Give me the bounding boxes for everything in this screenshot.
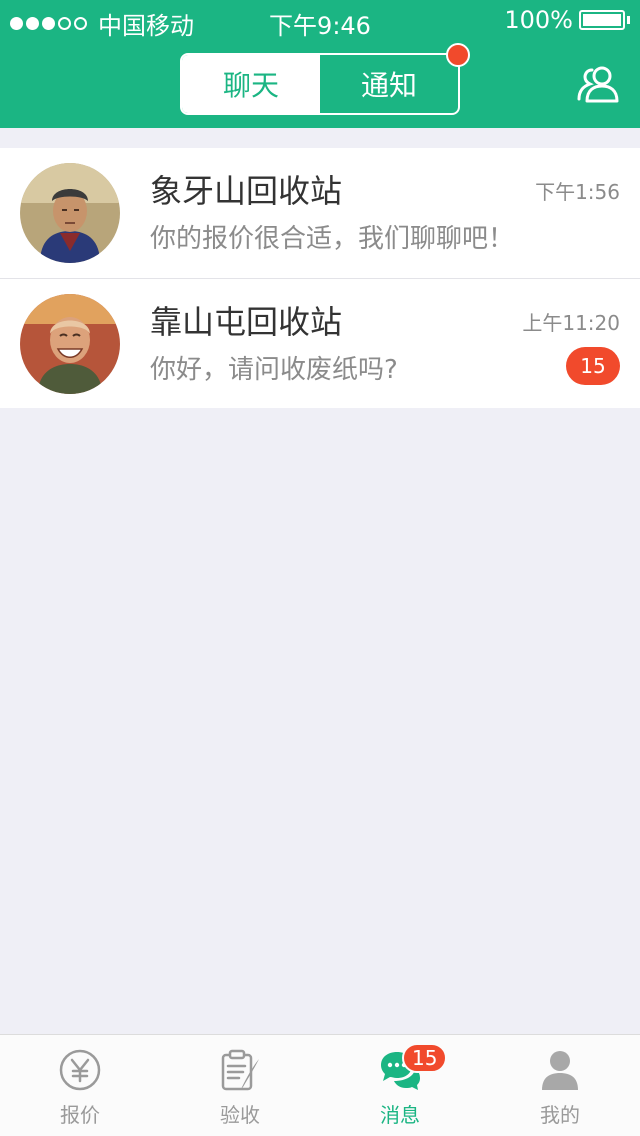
conversation-item[interactable]: 靠山屯回收站 你好，请问收废纸吗? 上午11:20 15 xyxy=(0,278,640,408)
conversation-item[interactable]: 象牙山回收站 你的报价很合适，我们聊聊吧！ 下午1:56 xyxy=(0,148,640,278)
unread-badge: 15 xyxy=(566,347,620,385)
message-preview: 你好，请问收废纸吗? xyxy=(150,355,398,385)
avatar xyxy=(20,163,120,263)
contact-name: 靠山屯回收站 xyxy=(150,303,343,341)
tab-inspection[interactable]: 验收 xyxy=(160,1035,320,1136)
yen-icon xyxy=(59,1049,101,1091)
avatar xyxy=(20,294,120,394)
tab-messages[interactable]: 15 消息 xyxy=(320,1035,480,1136)
battery-icon xyxy=(579,10,625,30)
contacts-icon[interactable] xyxy=(576,64,622,104)
battery-percent: 100% xyxy=(504,6,573,34)
message-time: 上午11:20 xyxy=(522,311,620,335)
conversation-list: 象牙山回收站 你的报价很合适，我们聊聊吧！ 下午1:56 靠山屯回收站 你好，请… xyxy=(0,148,640,408)
message-preview: 你的报价很合适，我们聊聊吧！ xyxy=(150,224,515,254)
segmented-control: 聊天 通知 xyxy=(180,43,470,115)
tab-label: 验收 xyxy=(220,1103,260,1127)
person-icon xyxy=(542,1051,578,1090)
tab-label: 报价 xyxy=(60,1103,100,1127)
status-bar: 中国移动 下午9:46 100% xyxy=(0,0,640,40)
tab-bar: 报价 验收 15 消息 我的 xyxy=(0,1034,640,1136)
message-time: 下午1:56 xyxy=(535,180,620,204)
header: 中国移动 下午9:46 100% 聊天 通知 xyxy=(0,0,640,128)
tab-chat[interactable]: 聊天 xyxy=(182,55,320,113)
status-right: 100% xyxy=(504,6,630,34)
tab-mine[interactable]: 我的 xyxy=(480,1035,640,1136)
contact-name: 象牙山回收站 xyxy=(150,172,343,210)
unread-badge: 15 xyxy=(402,1043,448,1073)
notification-dot xyxy=(446,43,470,67)
tab-quote[interactable]: 报价 xyxy=(0,1035,160,1136)
tab-label: 消息 xyxy=(380,1103,420,1127)
clipboard-icon xyxy=(221,1049,259,1091)
tab-label: 我的 xyxy=(540,1103,580,1127)
tab-notifications[interactable]: 通知 xyxy=(320,55,458,113)
